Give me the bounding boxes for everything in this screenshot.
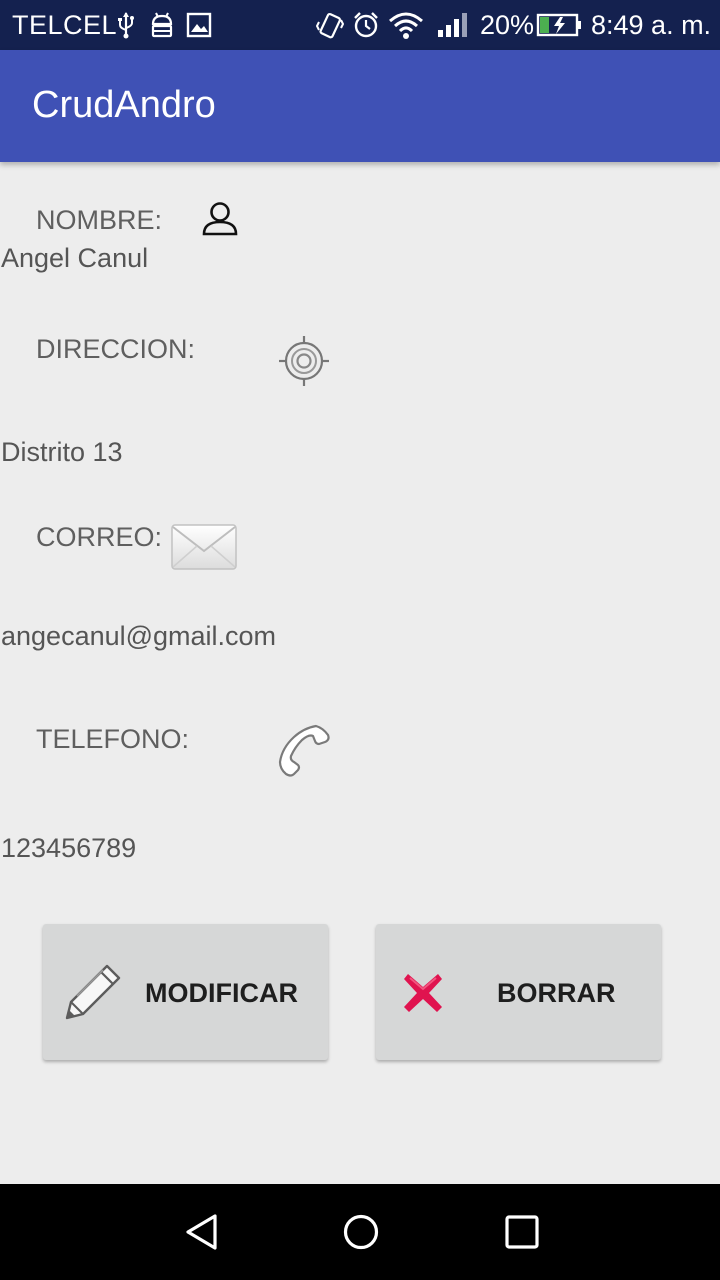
correo-value: angecanul@gmail.com (1, 621, 277, 651)
phone-icon (278, 724, 330, 777)
clock: 8:49 a. m. (591, 10, 712, 40)
nombre-label: NOMBRE: (36, 205, 163, 235)
borrar-label: BORRAR (497, 978, 616, 1008)
back-icon[interactable] (182, 1212, 222, 1252)
app-title: CrudAndro (32, 84, 216, 126)
correo-label: CORREO: (36, 522, 163, 552)
telefono-label: TELEFONO: (36, 724, 190, 754)
nombre-value: Angel Canul (1, 243, 149, 273)
usb-icon (118, 12, 134, 39)
borrar-button[interactable]: BORRAR (376, 924, 661, 1060)
image-notification-icon (186, 12, 212, 38)
modificar-label: MODIFICAR (145, 978, 298, 1008)
app-bar: CrudAndro (0, 50, 720, 162)
signal-icon (438, 13, 467, 37)
wifi-icon (389, 12, 423, 39)
status-bar: TELCEL 20% 8:49 a. m. (0, 0, 720, 50)
vibrate-icon (316, 12, 344, 39)
person-icon (202, 202, 238, 236)
alarm-icon (354, 12, 378, 38)
modificar-button[interactable]: MODIFICAR (43, 924, 328, 1060)
direccion-value: Distrito 13 (1, 437, 123, 467)
location-target-icon (279, 336, 329, 386)
recents-icon[interactable] (502, 1212, 542, 1252)
navigation-bar (0, 1184, 720, 1280)
home-icon[interactable] (341, 1212, 381, 1252)
battery-percent: 20% (480, 10, 535, 40)
envelope-icon (171, 524, 237, 570)
screen: TELCEL 20% 8:49 a. m. CrudAndro NOMBRE: … (0, 0, 720, 1280)
android-debug-icon (151, 12, 173, 38)
pencil-icon (65, 964, 121, 1020)
telefono-value: 123456789 (1, 833, 137, 863)
red-x-icon (404, 974, 442, 1012)
battery-charging-icon (536, 13, 581, 37)
carrier-name: TELCEL (12, 10, 118, 40)
direccion-label: DIRECCION: (36, 334, 196, 364)
